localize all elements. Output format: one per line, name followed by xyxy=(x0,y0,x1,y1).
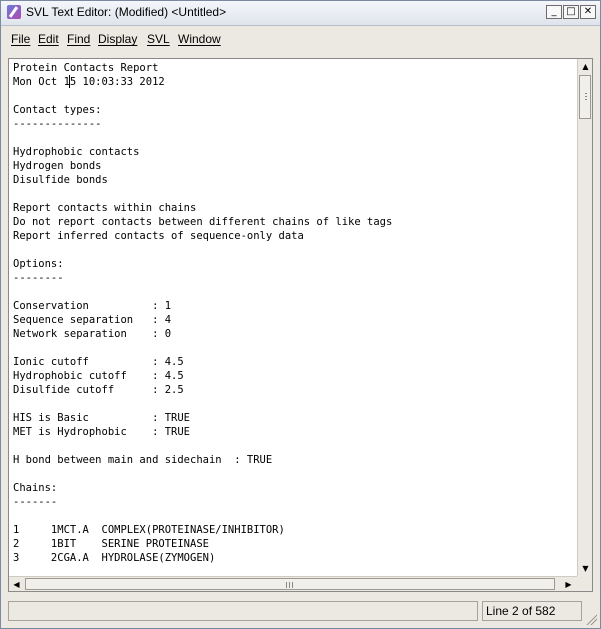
grip-line xyxy=(585,96,587,97)
menu-display[interactable]: Display xyxy=(98,32,137,46)
editor-line: Disulfide bonds xyxy=(13,174,108,186)
status-bar: Line 2 of 582 xyxy=(1,598,600,628)
editor-line: Network separation : 0 xyxy=(13,328,172,340)
line-position-indicator: Line 2 of 582 xyxy=(482,601,582,621)
resize-grip-icon[interactable] xyxy=(585,613,597,625)
editor-line: Options: xyxy=(13,258,64,270)
editor-line: MET is Hydrophobic : TRUE xyxy=(13,426,191,438)
text-area[interactable]: Protein Contacts Report Mon Oct 15 10:03:… xyxy=(9,59,577,576)
editor-line: Disulfide cutoff : 2.5 xyxy=(13,384,184,396)
scrollbar-corner xyxy=(577,576,592,591)
editor-line: 1 1MCT.A COMPLEX(PROTEINASE/INHIBITOR) xyxy=(13,524,285,536)
editor-line: HIS is Basic : TRUE xyxy=(13,412,191,424)
editor-line: Protein Contacts Report xyxy=(13,62,159,74)
grip-line xyxy=(585,99,587,100)
editor-line: Sequence separation : 4 xyxy=(13,314,172,326)
grip-line xyxy=(585,93,587,94)
scroll-up-arrow-icon[interactable]: ▲ xyxy=(578,59,592,74)
menu-edit[interactable]: Edit xyxy=(38,32,59,46)
horizontal-scrollbar[interactable]: ◀ ▶ xyxy=(9,576,577,591)
editor-line: -------------- xyxy=(13,118,102,130)
scroll-left-arrow-icon[interactable]: ◀ xyxy=(9,577,24,591)
scroll-right-arrow-icon[interactable]: ▶ xyxy=(561,577,576,591)
editor-line: Do not report contacts between different… xyxy=(13,216,393,228)
editor-line: ------- xyxy=(13,496,58,508)
grip-line xyxy=(286,582,287,588)
editor-line: Chains: xyxy=(13,482,58,494)
minimize-button[interactable]: _ xyxy=(546,5,562,19)
menu-svl[interactable]: SVL xyxy=(147,32,170,46)
editor-window: SVL Text Editor: (Modified) <Untitled> _… xyxy=(0,0,601,629)
grip-line xyxy=(289,582,290,588)
close-button[interactable]: ✕ xyxy=(580,5,596,19)
title-bar[interactable]: SVL Text Editor: (Modified) <Untitled> _… xyxy=(1,1,600,26)
vertical-scroll-thumb[interactable] xyxy=(579,75,591,119)
editor-line: Report contacts within chains xyxy=(13,202,197,214)
menu-find[interactable]: Find xyxy=(67,32,90,46)
editor-line: Hydrophobic cutoff : 4.5 xyxy=(13,370,184,382)
editor-line: 2 1BIT SERINE PROTEINASE xyxy=(13,538,209,550)
editor-line: -------- xyxy=(13,272,64,284)
editor-line: Hydrophobic contacts xyxy=(13,146,140,158)
text-editor: Protein Contacts Report Mon Oct 15 10:03:… xyxy=(8,58,593,592)
scroll-down-arrow-icon[interactable]: ▼ xyxy=(578,561,592,576)
editor-line: Report inferred contacts of sequence-onl… xyxy=(13,230,304,242)
editor-line: Mon Oct 15 10:03:33 2012 xyxy=(13,76,165,88)
menu-bar: File Edit Find Display SVL Window xyxy=(1,27,600,53)
maximize-button[interactable]: □ xyxy=(563,5,579,19)
editor-line: Hydrogen bonds xyxy=(13,160,102,172)
menu-file[interactable]: File xyxy=(11,32,30,46)
vertical-scrollbar[interactable]: ▲ ▼ xyxy=(577,59,592,576)
horizontal-scroll-thumb[interactable] xyxy=(25,578,555,590)
editor-line: Ionic cutoff : 4.5 xyxy=(13,356,184,368)
editor-line: Conservation : 1 xyxy=(13,300,172,312)
svl-editor-icon xyxy=(7,5,21,19)
grip-line xyxy=(292,582,293,588)
status-message xyxy=(8,601,478,621)
editor-line: 3 2CGA.A HYDROLASE(ZYMOGEN) xyxy=(13,552,216,564)
editor-line: Contact types: xyxy=(13,104,102,116)
window-title: SVL Text Editor: (Modified) <Untitled> xyxy=(26,5,227,19)
menu-window[interactable]: Window xyxy=(178,32,221,46)
editor-line: H bond between main and sidechain : TRUE xyxy=(13,454,273,466)
